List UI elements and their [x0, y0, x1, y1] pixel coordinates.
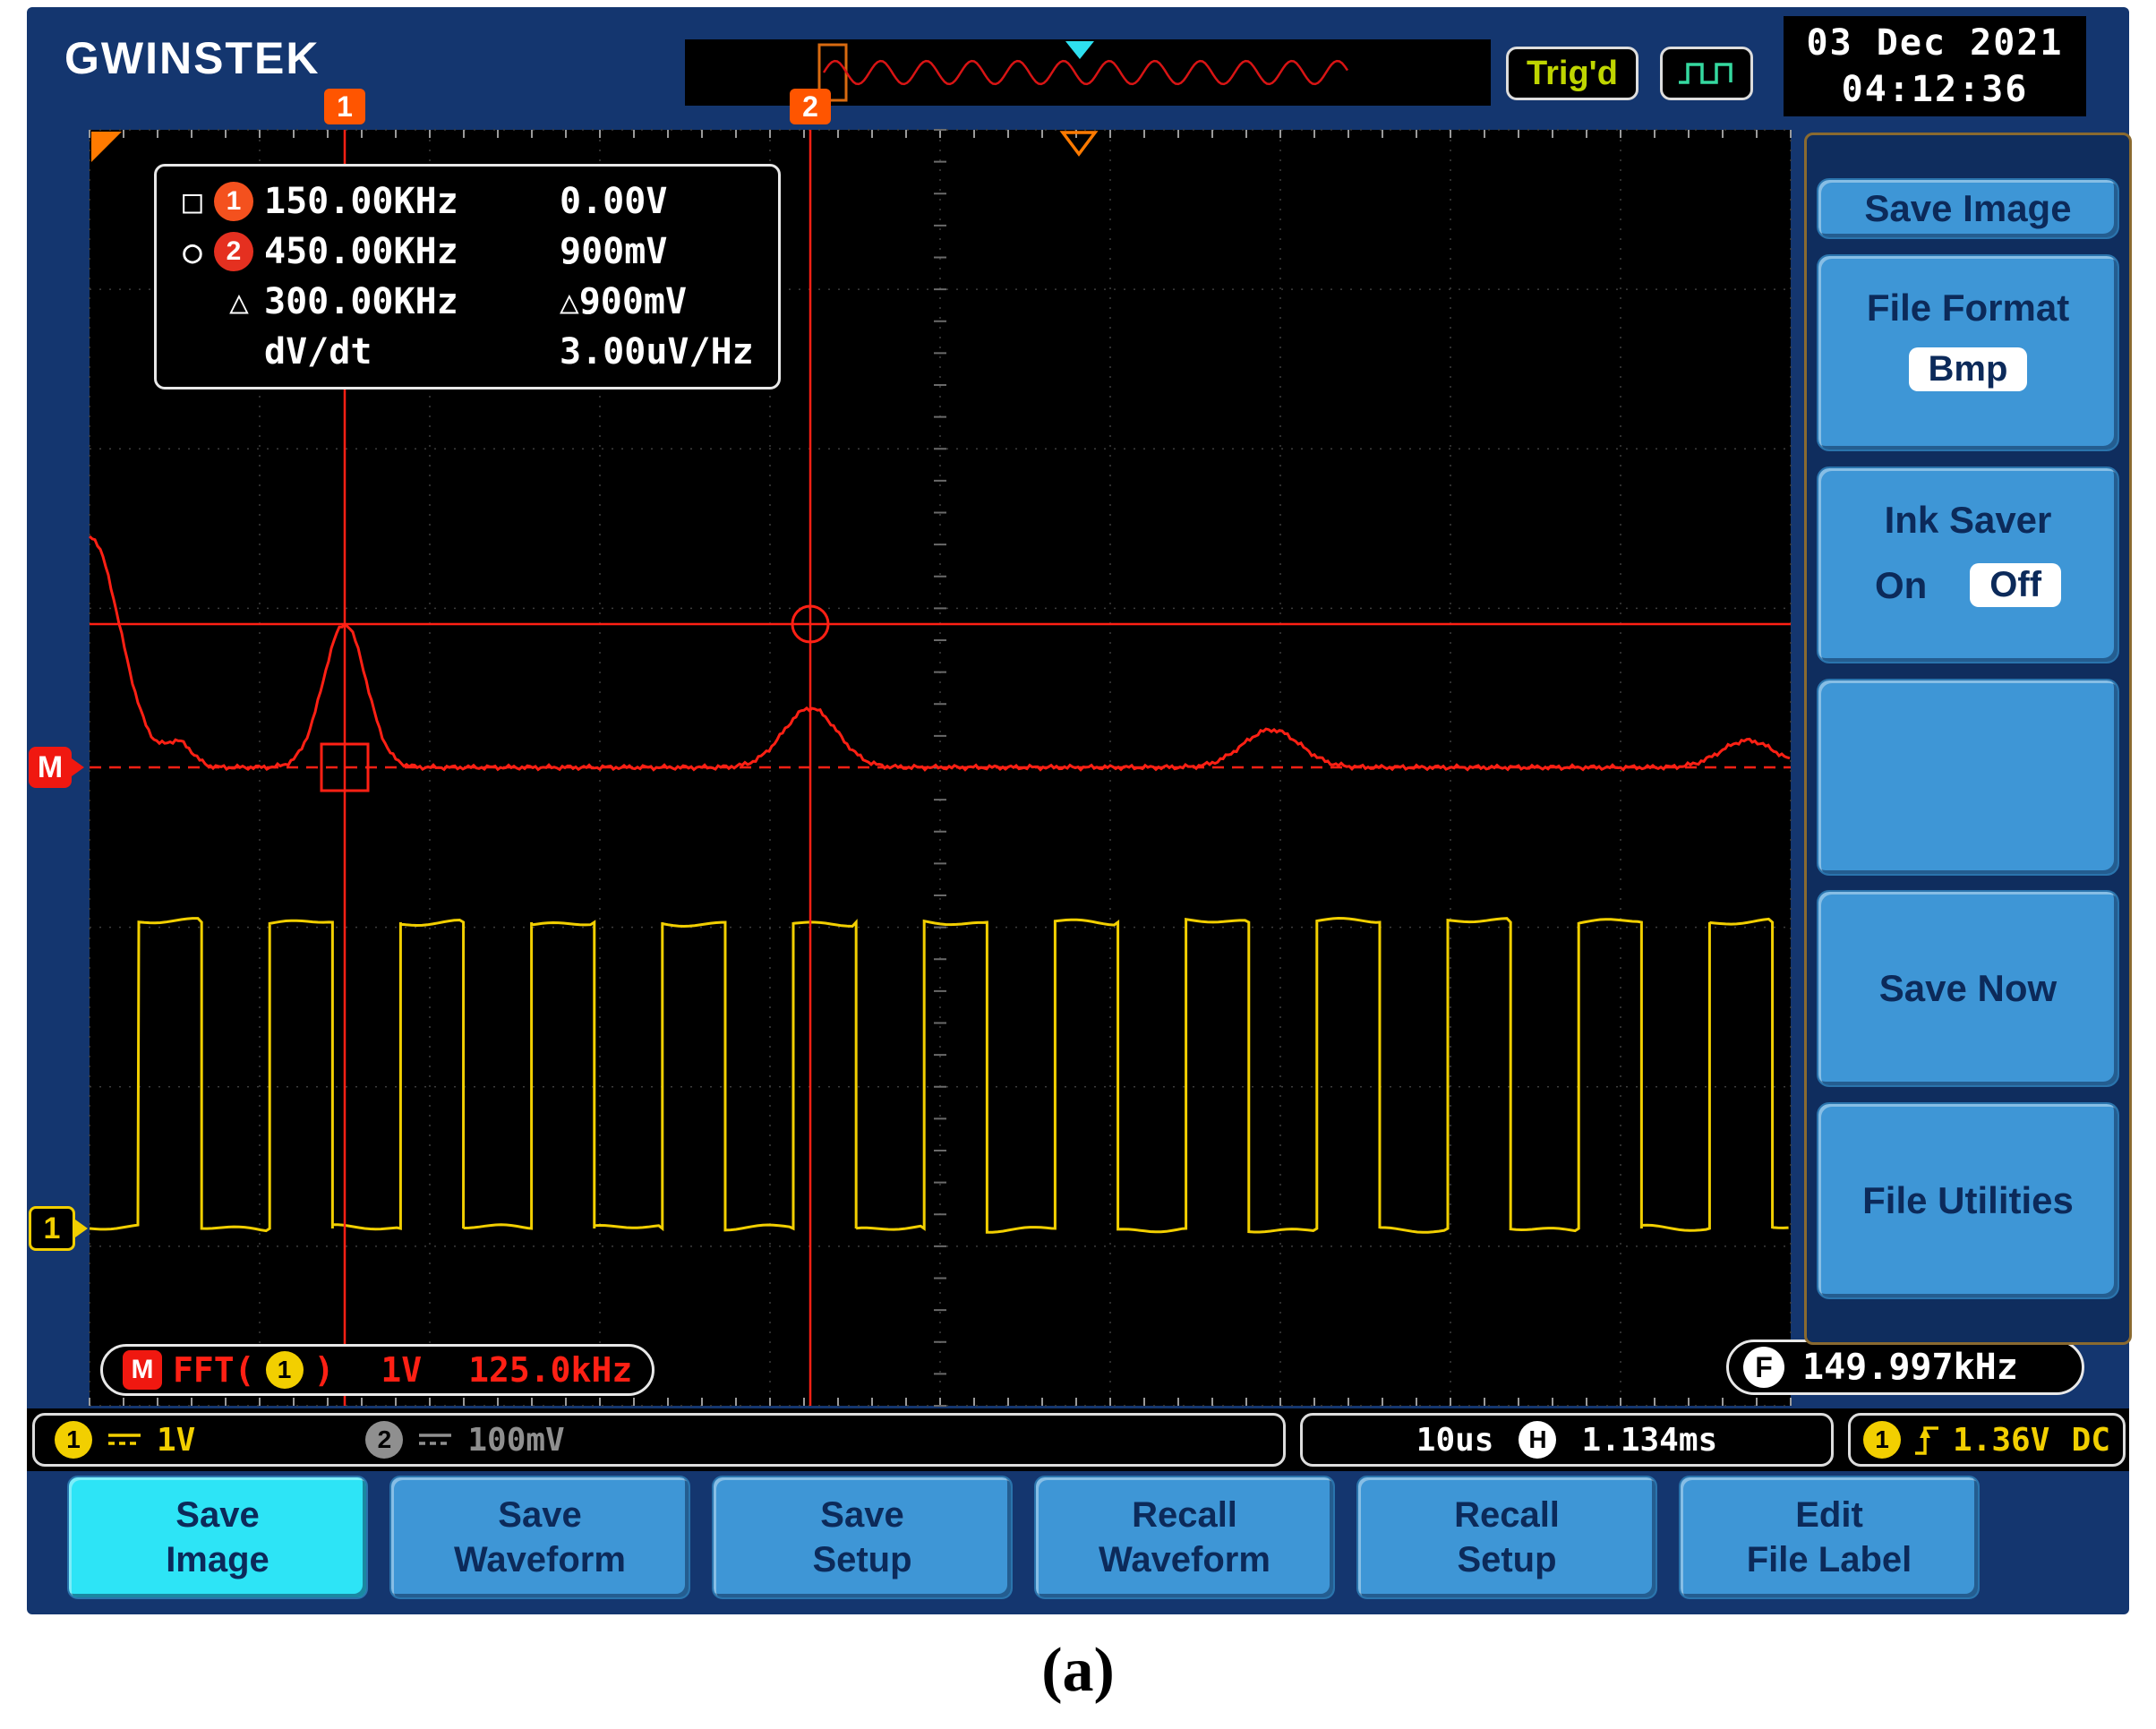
- cursor2-badge: 2: [214, 232, 253, 271]
- cursor-measurements-panel: □ 1 150.00KHz 0.00V ○ 2 450.00KHz 900mV …: [154, 164, 781, 389]
- channel1-scale: 1V: [157, 1422, 195, 1459]
- pulse-wave-icon: [1675, 57, 1738, 90]
- bottom-menu-edit-file-label[interactable]: EditFile Label: [1679, 1476, 1980, 1599]
- file-utilities-button[interactable]: File Utilities: [1817, 1102, 2119, 1299]
- figure-caption: (a): [0, 1635, 2156, 1707]
- delta-frequency: 300.00KHz: [264, 281, 560, 322]
- math-badge: M: [123, 1350, 162, 1390]
- bottom-menu-save-image[interactable]: SaveImage: [67, 1476, 368, 1599]
- dc-coupling-icon: [415, 1431, 455, 1449]
- time-text: 04:12:36: [1842, 66, 2029, 113]
- brand-logo: GWINSTEK: [64, 32, 320, 84]
- bottom-menu-recall-waveform[interactable]: RecallWaveform: [1034, 1476, 1335, 1599]
- trigger-source-badge: 1: [1863, 1421, 1901, 1459]
- dc-coupling-icon: [105, 1431, 144, 1449]
- dvdt-row: dV/dt 3.00uV/Hz: [171, 327, 764, 377]
- square-marker-icon: □: [171, 184, 214, 220]
- frequency-counter-readout: F 149.997kHz: [1726, 1340, 2084, 1395]
- trigger-level: 1.36V: [1953, 1422, 2049, 1459]
- file-format-value: Bmp: [1909, 347, 2028, 391]
- bottom-menu-recall-setup[interactable]: RecallSetup: [1356, 1476, 1657, 1599]
- status-bar: 1 1V 2 100mV 10us H 1.134ms 1 1.36V DC: [27, 1408, 2129, 1471]
- math-channel-readout: M FFT( 1 ) 1V 125.0kHz: [100, 1344, 654, 1396]
- fft-source-channel-badge: 1: [266, 1351, 304, 1389]
- cursor-delta-row: △ 300.00KHz △900mV: [171, 277, 764, 327]
- delta-voltage: △900mV: [560, 281, 764, 322]
- file-format-label: File Format: [1867, 287, 2069, 330]
- channel2-status: 2 100mV: [365, 1421, 564, 1459]
- cursor2-top-tag: 2: [790, 89, 831, 124]
- channel2-scale: 100mV: [467, 1422, 564, 1459]
- cursor2-frequency: 450.00KHz: [264, 231, 560, 272]
- ink-saver-label: Ink Saver: [1885, 499, 2052, 542]
- cursor1-top-tag: 1: [324, 89, 365, 124]
- delta-marker-icon: △: [560, 284, 579, 321]
- fft-span: 125.0kHz: [468, 1350, 632, 1390]
- frequency-badge: F: [1743, 1347, 1784, 1388]
- fft-scale: 1V: [381, 1350, 422, 1390]
- timebase-status-box: 10us H 1.134ms: [1300, 1413, 1834, 1467]
- file-format-button[interactable]: File Format Bmp: [1817, 254, 2119, 451]
- date-text: 03 Dec 2021: [1807, 20, 2064, 66]
- timebase-value: 10us: [1416, 1422, 1494, 1459]
- cursor2-row: ○ 2 450.00KHz 900mV: [171, 227, 764, 277]
- trigger-status-badge: Trig'd: [1506, 47, 1638, 100]
- cursor1-row: □ 1 150.00KHz 0.00V: [171, 176, 764, 227]
- cursor2-voltage: 900mV: [560, 231, 764, 272]
- ink-saver-button[interactable]: Ink Saver On Off: [1817, 466, 2119, 663]
- channel1-badge: 1: [55, 1421, 92, 1459]
- side-menu-panel: Save Image File Format Bmp Ink Saver On …: [1804, 133, 2132, 1345]
- empty-menu-button[interactable]: [1817, 679, 2119, 876]
- dvdt-label: dV/dt: [264, 331, 560, 372]
- waveform-display: 1 2 □ 1 150.00KHz 0.00V ○ 2 450.00KHz 90…: [90, 130, 1791, 1406]
- fft-function-close: ): [314, 1350, 335, 1390]
- cursor1-frequency: 150.00KHz: [264, 181, 560, 222]
- circle-marker-icon: ○: [171, 234, 214, 270]
- cursor1-badge: 1: [214, 182, 253, 221]
- save-now-button[interactable]: Save Now: [1817, 890, 2119, 1087]
- fft-function-label: FFT(: [173, 1350, 255, 1390]
- ink-saver-off-option: Off: [1970, 563, 2061, 607]
- ink-saver-on-option: On: [1875, 564, 1927, 607]
- trigger-type-pulse-icon: [1660, 47, 1753, 100]
- channel2-badge: 2: [365, 1421, 403, 1459]
- math-channel-position-marker: M: [29, 747, 72, 788]
- channel1-position-marker: 1: [29, 1206, 75, 1251]
- delta-marker-icon: △: [214, 284, 264, 321]
- bottom-menu-save-waveform[interactable]: SaveWaveform: [389, 1476, 690, 1599]
- bottom-menu-save-setup[interactable]: SaveSetup: [712, 1476, 1013, 1599]
- oscilloscope-frame: GWINSTEK Trig'd 03 Dec 2021 04:12:36 1 2…: [27, 7, 2129, 1614]
- channel1-status: 1 1V: [55, 1421, 195, 1459]
- trigger-coupling: DC: [2072, 1422, 2110, 1459]
- rising-edge-icon: [1912, 1421, 1942, 1459]
- cursor1-voltage: 0.00V: [560, 181, 764, 222]
- frequency-value: 149.997kHz: [1802, 1347, 2018, 1388]
- channels-status-box: 1 1V 2 100mV: [32, 1413, 1286, 1467]
- menu-title-save-image: Save Image: [1817, 178, 2119, 239]
- trigger-status-box: 1 1.36V DC: [1848, 1413, 2126, 1467]
- horizontal-position: 1.134ms: [1581, 1422, 1717, 1459]
- dvdt-value: 3.00uV/Hz: [560, 331, 764, 372]
- horizontal-badge: H: [1519, 1421, 1556, 1459]
- datetime-display: 03 Dec 2021 04:12:36: [1784, 16, 2086, 116]
